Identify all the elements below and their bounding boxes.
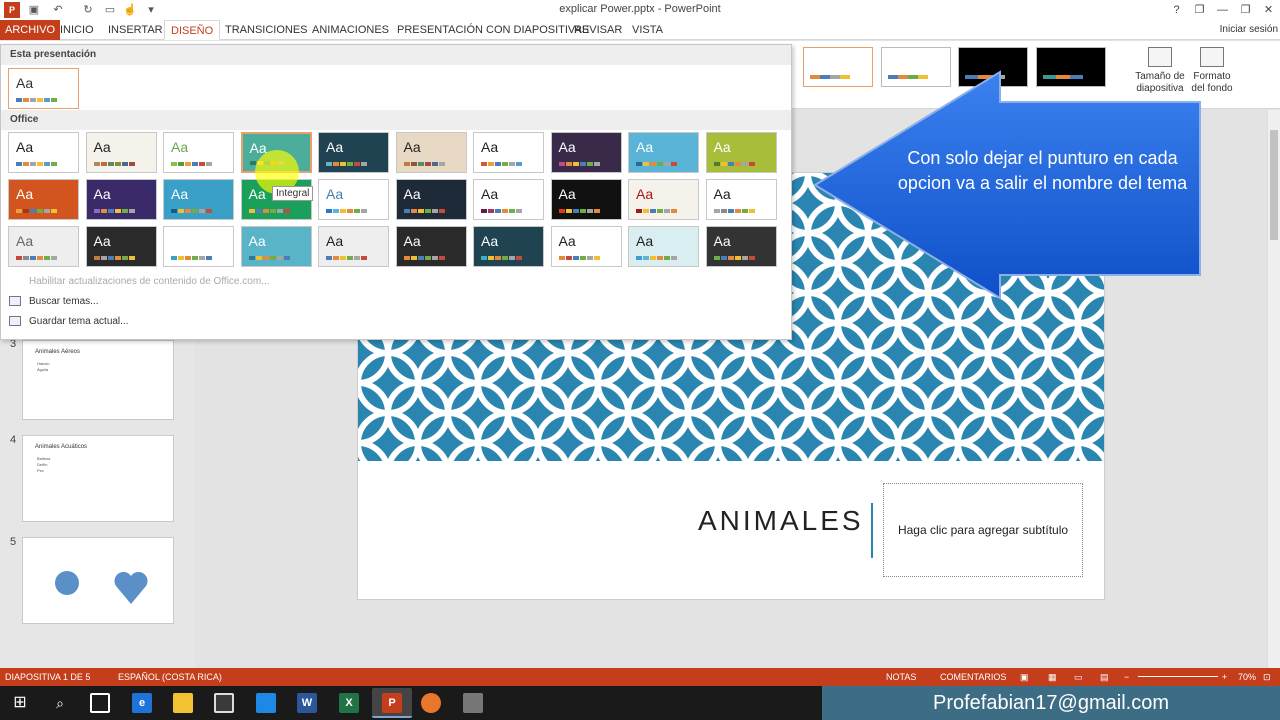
theme-thumb[interactable]: Aa	[473, 132, 544, 173]
theme-thumb[interactable]: Aa	[395, 226, 467, 267]
theme-thumb[interactable]: Aa	[85, 226, 157, 267]
status-bar: DIAPOSITIVA 1 DE 5 ESPAÑOL (COSTA RICA) …	[0, 668, 1280, 686]
tab-diseno[interactable]: DISEÑO	[164, 20, 221, 40]
tab-presentacion[interactable]: PRESENTACIÓN CON DIAPOSITIVAS	[391, 20, 595, 40]
comments-button[interactable]: COMENTARIOS	[940, 668, 1006, 686]
theme-thumb[interactable]: Aa	[705, 226, 777, 267]
theme-thumb[interactable]: Aa	[318, 179, 389, 220]
tab-insertar[interactable]: INSERTAR	[102, 20, 169, 40]
theme-thumb[interactable]: Aa	[163, 179, 234, 220]
tab-revisar[interactable]: REVISAR	[568, 20, 628, 40]
themes-gallery-dropdown: Esta presentación Aa Office Aa Aa Aa Aa Aa Aa…	[0, 44, 792, 340]
theme-thumb[interactable]: Aa	[318, 226, 389, 267]
heart-shape	[114, 571, 148, 604]
window-title: explicar Power.pptx - PowerPoint	[559, 3, 721, 15]
sign-in-link[interactable]: Iniciar sesión	[1220, 20, 1278, 40]
tab-vista[interactable]: VISTA	[626, 20, 669, 40]
theme-thumb[interactable]: Aa	[85, 179, 157, 220]
section-this-presentation: Esta presentación	[1, 45, 791, 65]
scroll-thumb[interactable]	[1270, 130, 1278, 240]
theme-thumb[interactable]: Aa	[85, 132, 157, 173]
theme-thumb[interactable]: Aa	[628, 132, 699, 173]
theme-thumb[interactable]: Aa	[705, 179, 777, 220]
slide-thumbnail-5[interactable]	[22, 537, 174, 624]
browse-themes-item[interactable]: Buscar temas...	[29, 296, 98, 307]
close-button[interactable]: ✕	[1257, 0, 1280, 20]
zoom-in-icon[interactable]: +	[1222, 668, 1227, 686]
slide-size-icon	[1148, 47, 1172, 67]
language-indicator[interactable]: ESPAÑOL (COSTA RICA)	[118, 668, 222, 686]
theme-tooltip: Integral	[272, 186, 314, 201]
smiley-shape	[55, 571, 79, 595]
zoom-out-icon[interactable]: −	[1124, 668, 1129, 686]
save-theme-item[interactable]: Guardar tema actual...	[29, 316, 129, 327]
callout-text: Con solo dejar el punturo en cada opcion…	[897, 148, 1188, 193]
zoom-level[interactable]: 70%	[1238, 668, 1256, 686]
title-separator	[871, 503, 873, 558]
theme-thumb[interactable]: Aa	[395, 132, 467, 173]
theme-thumb[interactable]: Aa	[163, 226, 234, 267]
theme-thumb[interactable]: Aa	[395, 179, 467, 220]
file-explorer-icon[interactable]	[173, 693, 193, 713]
theme-thumb[interactable]: Aa	[550, 179, 622, 220]
firefox-icon[interactable]	[421, 693, 441, 713]
current-theme-thumb[interactable]: Aa	[8, 68, 79, 109]
fit-slide-icon[interactable]: ⊡	[1263, 668, 1271, 686]
tab-archivo[interactable]: ARCHIVO	[0, 20, 61, 40]
search-icon[interactable]: ⌕	[50, 693, 70, 713]
theme-thumb[interactable]: Aa	[163, 132, 234, 173]
slide-number: 4	[10, 434, 17, 446]
theme-thumb[interactable]: Aa	[240, 226, 312, 267]
theme-thumb[interactable]: Aa	[705, 132, 777, 173]
minimize-button[interactable]: —	[1211, 0, 1234, 20]
slide-5-shapes	[55, 571, 148, 604]
enable-updates-item: Habilitar actualizaciones de contenido d…	[29, 276, 270, 287]
normal-view-icon[interactable]: ▣	[1020, 668, 1029, 686]
theme-thumb[interactable]: Aa	[8, 226, 79, 267]
theme-thumb[interactable]: Aa	[8, 179, 79, 220]
theme-thumb[interactable]: Aa	[628, 179, 699, 220]
slide-thumbnail-3[interactable]: Animales Aéreos Halcón Águila	[22, 340, 174, 420]
zoom-slider[interactable]	[1138, 676, 1218, 677]
theme-thumb[interactable]: Aa	[550, 132, 622, 173]
help-button[interactable]: ?	[1165, 0, 1188, 20]
task-view-icon[interactable]	[90, 693, 110, 713]
notes-button[interactable]: NOTAS	[886, 668, 916, 686]
section-office: Office	[1, 110, 791, 130]
watermark-email: Profefabian17@gmail.com	[822, 686, 1280, 720]
windows-start-icon[interactable]: ⊞	[10, 693, 30, 713]
theme-thumb[interactable]: Aa	[550, 226, 622, 267]
slide-title[interactable]: ANIMALES	[698, 505, 861, 537]
slide-thumbnail-4[interactable]: Animales Acuáticos Ballena Delfín Pez	[22, 435, 174, 522]
edge-icon[interactable]: e	[132, 693, 152, 713]
title-bar: P ▣ ↶ ↻ ▭ ☝ ▾ explicar Power.pptx - Powe…	[0, 0, 1280, 20]
slide-number: 5	[10, 536, 17, 548]
paint-bucket-icon	[1200, 47, 1224, 67]
tab-inicio[interactable]: INICIO	[54, 20, 100, 40]
dropbox-icon[interactable]	[256, 693, 276, 713]
ribbon-tabs: ARCHIVO INICIO INSERTAR DISEÑO TRANSICIO…	[0, 20, 1280, 40]
theme-thumb[interactable]: Aa	[473, 226, 544, 267]
word-icon[interactable]: W	[297, 693, 317, 713]
slide-counter: DIAPOSITIVA 1 DE 5	[5, 672, 91, 682]
theme-thumb[interactable]: Aa	[8, 132, 79, 173]
restore-button[interactable]: ❐	[1234, 0, 1257, 20]
recorder-icon[interactable]	[463, 693, 483, 713]
slide-sorter-icon[interactable]: ▦	[1048, 668, 1057, 686]
slideshow-icon[interactable]: ▤	[1100, 668, 1109, 686]
theme-thumb[interactable]: Aa	[473, 179, 544, 220]
excel-icon[interactable]: X	[339, 693, 359, 713]
theme-thumb[interactable]: Aa	[318, 132, 389, 173]
save-theme-icon	[9, 316, 21, 326]
reading-view-icon[interactable]: ▭	[1074, 668, 1083, 686]
vertical-scrollbar[interactable]	[1267, 110, 1280, 668]
ribbon-display-button[interactable]: ❐	[1188, 0, 1211, 20]
tab-animaciones[interactable]: ANIMACIONES	[306, 20, 395, 40]
browse-themes-icon	[9, 296, 21, 306]
theme-thumb[interactable]: Aa	[628, 226, 699, 267]
powerpoint-taskbar-icon[interactable]: P	[382, 693, 402, 713]
tab-transiciones[interactable]: TRANSICIONES	[219, 20, 314, 40]
store-icon[interactable]	[214, 693, 234, 713]
subtitle-placeholder[interactable]: Haga clic para agregar subtítulo	[883, 483, 1083, 577]
